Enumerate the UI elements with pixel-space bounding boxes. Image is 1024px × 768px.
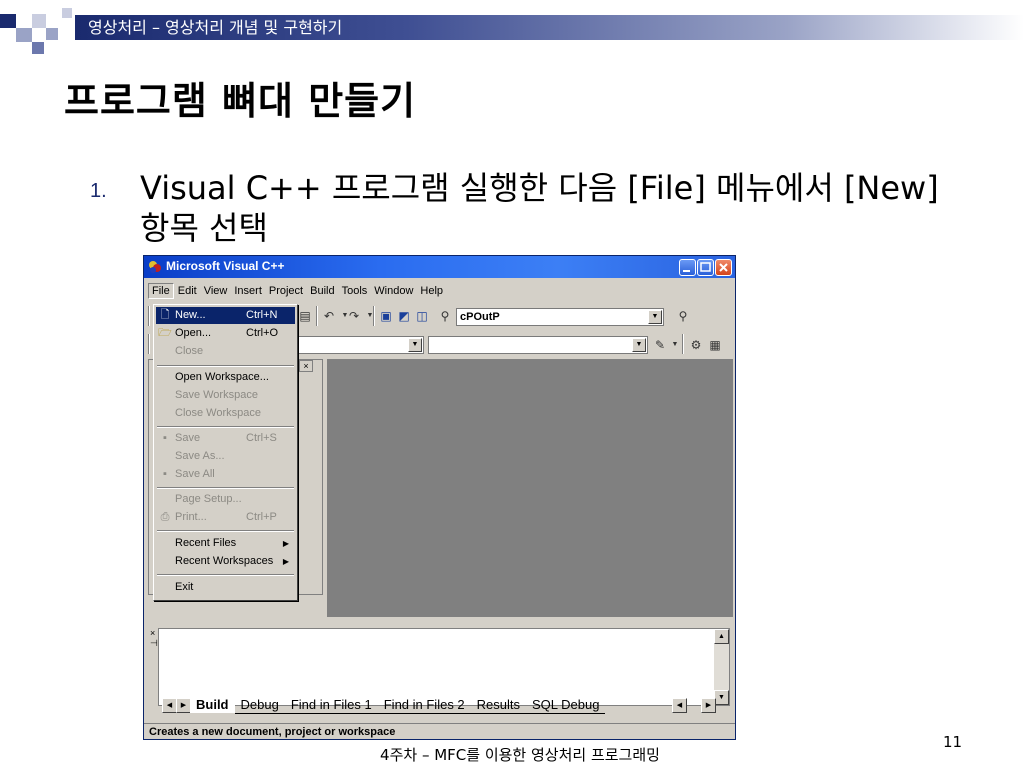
find-icon[interactable]: ⚲: [674, 307, 692, 325]
output-vertical-scrollbar[interactable]: ▲ ▼: [714, 629, 729, 705]
bullet-text: Visual C++ 프로그램 실행한 다음 [File] 메뉴에서 [New]…: [140, 169, 939, 247]
output-tabs: Build Debug Find in Files 1 Find in Files 2…: [190, 697, 606, 714]
decor-square: [32, 42, 44, 54]
tab-find-in-files-1[interactable]: Find in Files 1: [284, 697, 378, 714]
menu-window[interactable]: Window: [371, 284, 416, 298]
slide-title: 프로그램 뼈대 만들기: [64, 79, 417, 123]
scroll-up-icon[interactable]: ▲: [714, 629, 729, 644]
submenu-arrow-icon: ▶: [282, 539, 289, 548]
menu-separator: [157, 426, 294, 428]
decor-square: [0, 14, 16, 28]
menu-item-close-workspace[interactable]: Close Workspace: [156, 405, 295, 422]
menu-separator: [157, 530, 294, 532]
tab-sql-debug[interactable]: SQL Debug: [526, 697, 606, 714]
build-icon[interactable]: ▦: [706, 336, 724, 354]
menu-item-save[interactable]: ▪ Save Ctrl+S: [156, 430, 295, 447]
find-combo-value: cPOutP: [460, 311, 500, 323]
tab-build[interactable]: Build: [190, 697, 235, 713]
class-combo[interactable]: ▼: [294, 336, 424, 354]
menu-item-print[interactable]: ⎙ Print... Ctrl+P: [156, 509, 295, 526]
status-bar: Creates a new document, project or works…: [144, 723, 735, 739]
decor-square: [16, 28, 32, 42]
menu-file[interactable]: File: [148, 283, 174, 299]
visual-cpp-icon: [149, 261, 161, 273]
menu-item-page-setup[interactable]: Page Setup...: [156, 491, 295, 508]
hscroll-right-icon[interactable]: ▶: [701, 698, 716, 713]
menu-item-exit[interactable]: Exit: [156, 579, 295, 596]
decor-square: [46, 28, 58, 40]
open-folder-icon: 🗁: [158, 327, 172, 339]
menu-view[interactable]: View: [201, 284, 231, 298]
menu-insert[interactable]: Insert: [231, 284, 265, 298]
workspace-close-button[interactable]: ×: [299, 360, 313, 372]
menu-item-open[interactable]: 🗁 Open... Ctrl+O: [156, 325, 295, 342]
menu-item-recent-files[interactable]: Recent Files ▶: [156, 535, 295, 552]
slide-footer: 4주차 – MFC를 이용한 영상처리 프로그래밍: [380, 746, 660, 764]
menu-tools[interactable]: Tools: [339, 284, 371, 298]
window-title: Microsoft Visual C++: [166, 259, 285, 273]
decor-square: [62, 8, 72, 18]
output-pane-close-icon[interactable]: × ⊣: [150, 628, 158, 648]
menu-bar: File Edit View Insert Project Build Tools Windo…: [148, 283, 447, 301]
menu-build[interactable]: Build: [307, 284, 337, 298]
mdi-client-area: [327, 359, 733, 617]
save-icon: ▪: [163, 432, 167, 444]
chevron-down-icon[interactable]: ▼: [408, 338, 422, 352]
chevron-down-icon[interactable]: ▼: [648, 310, 662, 324]
menu-edit[interactable]: Edit: [175, 284, 200, 298]
slide-header: 영상처리 – 영상처리 개념 및 구현하기: [88, 18, 343, 37]
bullet-number: 1.: [90, 180, 107, 202]
compile-icon[interactable]: ⚙: [687, 336, 705, 354]
menu-separator: [157, 365, 294, 367]
menu-separator: [157, 487, 294, 489]
minimize-icon: [683, 270, 690, 272]
find-combo[interactable]: cPOutP ▼: [456, 308, 664, 326]
save-all-icon: ▪: [163, 468, 167, 480]
print-icon: ⎙: [160, 511, 170, 523]
toolbar-separator: [316, 306, 318, 326]
menu-item-save-workspace[interactable]: Save Workspace: [156, 387, 295, 404]
tab-find-in-files-2[interactable]: Find in Files 2: [377, 697, 471, 714]
menu-item-save-as[interactable]: Save As...: [156, 448, 295, 465]
maximize-icon: [700, 262, 711, 272]
tab-scroll-left-icon[interactable]: ◀: [162, 698, 177, 713]
scroll-down-icon[interactable]: ▼: [714, 690, 729, 705]
workspace-icon[interactable]: ▣: [377, 307, 395, 325]
tab-scroll-right-icon[interactable]: ▶: [176, 698, 191, 713]
page-number: 11: [943, 733, 963, 751]
toolbar-separator: [682, 334, 684, 354]
menu-separator: [157, 574, 294, 576]
close-button[interactable]: [715, 259, 732, 276]
toolbar-separator: [148, 334, 150, 354]
menu-item-save-all[interactable]: ▪ Save All: [156, 466, 295, 483]
chevron-down-icon[interactable]: ▼: [632, 338, 646, 352]
file-menu-dropdown: 🗋 New... Ctrl+N 🗁 Open... Ctrl+O Close Open …: [153, 304, 298, 601]
menu-help[interactable]: Help: [417, 284, 446, 298]
toolbar-separator: [373, 306, 375, 326]
menu-item-close[interactable]: Close: [156, 343, 295, 360]
paste-icon[interactable]: ▤: [296, 307, 314, 325]
find-in-files-icon[interactable]: ⚲: [436, 307, 454, 325]
menu-item-new[interactable]: 🗋 New... Ctrl+N: [156, 307, 295, 324]
toolbar-separator: [148, 306, 150, 326]
menu-item-open-workspace[interactable]: Open Workspace...: [156, 369, 295, 386]
output-icon[interactable]: ◩: [395, 307, 413, 325]
new-file-icon: 🗋: [160, 309, 170, 321]
window-list-icon[interactable]: ◫: [413, 307, 431, 325]
tab-debug[interactable]: Debug: [234, 697, 285, 714]
menu-project[interactable]: Project: [266, 284, 306, 298]
tab-results[interactable]: Results: [470, 697, 527, 714]
hscroll-left-icon[interactable]: ◀: [672, 698, 687, 713]
minimize-button[interactable]: [679, 259, 696, 276]
output-text-area[interactable]: [158, 628, 730, 706]
menu-item-recent-workspaces[interactable]: Recent Workspaces ▶: [156, 553, 295, 570]
maximize-button[interactable]: [697, 259, 714, 276]
member-combo[interactable]: ▼: [428, 336, 648, 354]
decor-square: [32, 14, 46, 28]
submenu-arrow-icon: ▶: [282, 557, 289, 566]
close-icon: [719, 263, 728, 272]
